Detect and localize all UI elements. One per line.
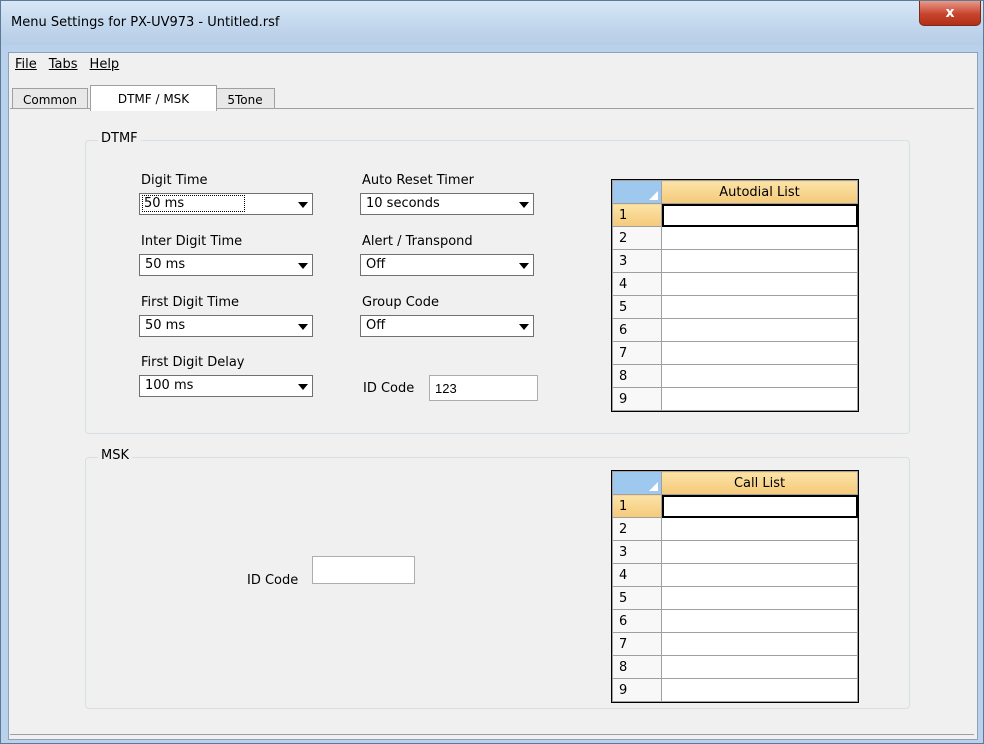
- autodial-cell[interactable]: [661, 295, 858, 319]
- table-row: 5: [612, 586, 858, 610]
- chevron-down-icon: [519, 324, 529, 330]
- grid-corner[interactable]: [612, 471, 662, 495]
- dtmf-id-code-input[interactable]: [429, 375, 538, 401]
- chevron-down-icon: [298, 263, 308, 269]
- title-bar[interactable]: Menu Settings for PX-UV973 - Untitled.rs…: [1, 1, 983, 45]
- call-list-cell[interactable]: [661, 609, 858, 633]
- autodial-cell[interactable]: [661, 318, 858, 342]
- group-code-select[interactable]: Off: [360, 315, 534, 337]
- first-digit-delay-select[interactable]: 100 ms: [139, 375, 313, 397]
- table-row: 7: [612, 632, 858, 656]
- grid-corner[interactable]: [612, 180, 662, 204]
- call-list-cell[interactable]: [661, 540, 858, 564]
- call-list-cell[interactable]: [661, 655, 858, 679]
- call-list-grid: Call List 1 2 3 4 5 6 7 8 9: [611, 470, 859, 703]
- menu-tabs[interactable]: Tabs: [43, 57, 84, 72]
- autodial-list-header[interactable]: Autodial List: [661, 180, 858, 204]
- autodial-cell[interactable]: [661, 272, 858, 296]
- table-row: 2: [612, 226, 858, 250]
- table-row: 9: [612, 387, 858, 411]
- autodial-cell[interactable]: [661, 387, 858, 411]
- digit-time-select[interactable]: 50 ms: [139, 193, 313, 215]
- first-digit-time-select[interactable]: 50 ms: [139, 315, 313, 337]
- digit-time-label: Digit Time: [141, 173, 208, 188]
- chevron-down-icon: [298, 324, 308, 330]
- table-row: 4: [612, 563, 858, 587]
- inter-digit-time-select[interactable]: 50 ms: [139, 254, 313, 276]
- call-list-cell[interactable]: [661, 494, 858, 518]
- table-row: 3: [612, 540, 858, 564]
- call-list-cell[interactable]: [661, 563, 858, 587]
- chevron-down-icon: [519, 263, 529, 269]
- call-list-cell[interactable]: [661, 678, 858, 702]
- first-digit-time-label: First Digit Time: [141, 295, 240, 310]
- tab-dtmf-msk[interactable]: DTMF / MSK: [90, 85, 217, 111]
- dtmf-id-code-label: ID Code: [363, 381, 415, 396]
- auto-reset-timer-label: Auto Reset Timer: [362, 173, 474, 188]
- chevron-down-icon: [519, 202, 529, 208]
- autodial-list-grid: Autodial List 1 2 3 4 5 6 7 8 9: [611, 179, 859, 412]
- first-digit-delay-label: First Digit Delay: [141, 355, 245, 370]
- close-icon: x: [945, 5, 955, 21]
- call-list-cell[interactable]: [661, 586, 858, 610]
- msk-id-code-input[interactable]: [312, 556, 415, 584]
- table-row: 2: [612, 517, 858, 541]
- autodial-cell[interactable]: [661, 249, 858, 273]
- call-list-cell[interactable]: [661, 517, 858, 541]
- call-list-header[interactable]: Call List: [661, 471, 858, 495]
- table-row: 1: [612, 494, 858, 518]
- table-row: 4: [612, 272, 858, 296]
- autodial-cell[interactable]: [661, 226, 858, 250]
- alert-transpond-select[interactable]: Off: [360, 254, 534, 276]
- msk-id-code-label: ID Code: [247, 573, 299, 588]
- msk-group-title: MSK: [98, 448, 132, 463]
- autodial-cell[interactable]: [661, 203, 858, 227]
- table-row: 6: [612, 609, 858, 633]
- close-button[interactable]: x: [919, 1, 981, 26]
- menu-help[interactable]: Help: [84, 57, 126, 72]
- table-row: 8: [612, 364, 858, 388]
- group-code-label: Group Code: [362, 295, 439, 310]
- table-row: 1: [612, 203, 858, 227]
- table-row: 7: [612, 341, 858, 365]
- menu-bar: File Tabs Help: [9, 53, 977, 75]
- autodial-cell[interactable]: [661, 341, 858, 365]
- window-title: Menu Settings for PX-UV973 - Untitled.rs…: [11, 15, 280, 30]
- chevron-down-icon: [298, 384, 308, 390]
- chevron-down-icon: [298, 202, 308, 208]
- menu-file[interactable]: File: [9, 57, 43, 72]
- dtmf-group-title: DTMF: [98, 131, 141, 146]
- autodial-cell[interactable]: [661, 364, 858, 388]
- alert-transpond-label: Alert / Transpond: [362, 234, 473, 249]
- table-row: 6: [612, 318, 858, 342]
- call-list-cell[interactable]: [661, 632, 858, 656]
- table-row: 9: [612, 678, 858, 702]
- inter-digit-time-label: Inter Digit Time: [141, 234, 243, 249]
- table-row: 3: [612, 249, 858, 273]
- client-area: File Tabs Help Common DTMF / MSK 5Tone D…: [8, 52, 978, 740]
- main-window: Menu Settings for PX-UV973 - Untitled.rs…: [0, 0, 984, 744]
- auto-reset-timer-select[interactable]: 10 seconds: [360, 193, 534, 215]
- table-row: 5: [612, 295, 858, 319]
- tab-panel-dtmf-msk: DTMF Digit Time 50 ms Inter Digit Time 5…: [10, 108, 974, 735]
- table-row: 8: [612, 655, 858, 679]
